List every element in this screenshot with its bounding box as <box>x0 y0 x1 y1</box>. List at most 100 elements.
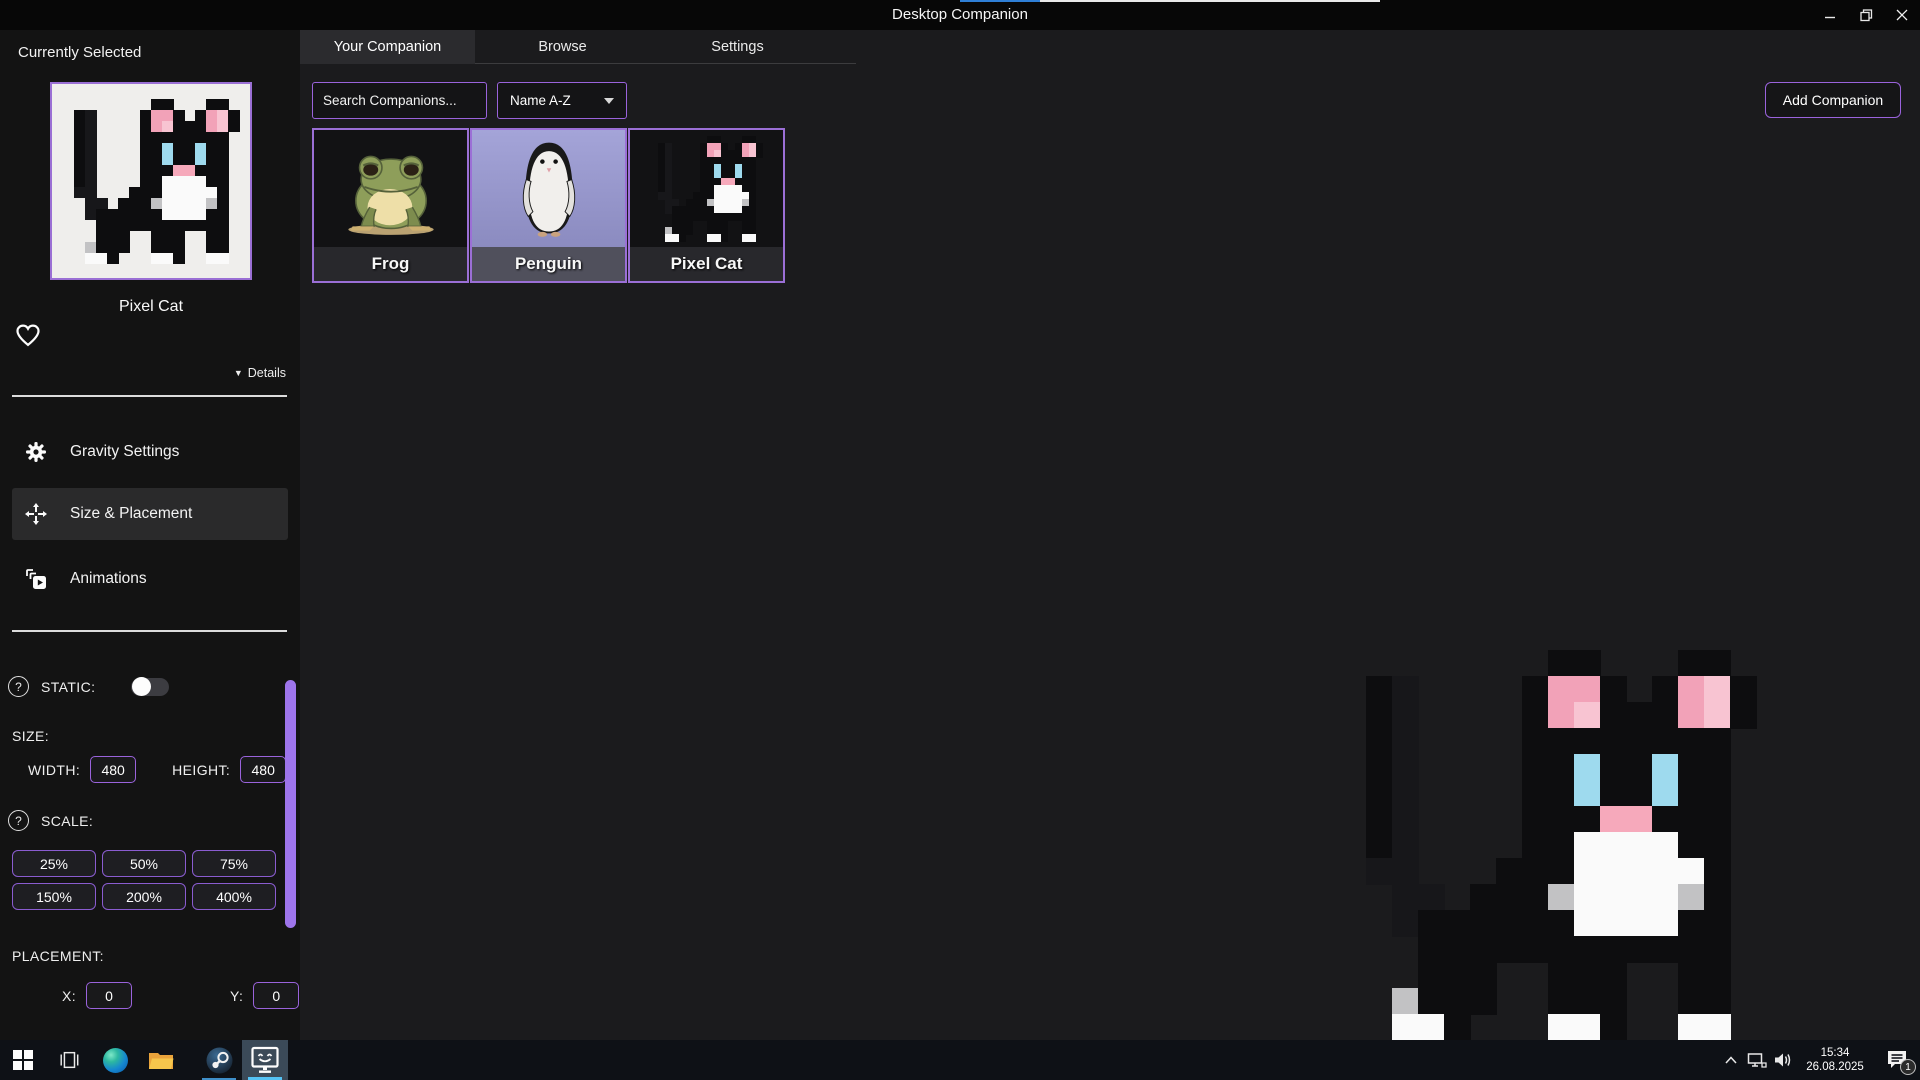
favorite-button[interactable] <box>14 322 42 348</box>
desktop-screen: Desktop Companion Currently Selected Pix… <box>0 0 1920 1080</box>
network-status-button[interactable] <box>1744 1040 1770 1080</box>
start-button[interactable] <box>0 1040 46 1080</box>
divider <box>12 395 287 397</box>
tab-strip: Your Companion Browse Settings <box>300 30 856 64</box>
static-toggle[interactable] <box>131 678 169 696</box>
animations-icon <box>24 567 48 591</box>
desktop-pet-cat[interactable] <box>1340 650 1756 1040</box>
height-label: HEIGHT: <box>172 762 230 778</box>
restore-button[interactable] <box>1848 0 1884 30</box>
steam-button[interactable] <box>196 1040 242 1080</box>
sidebar-scrollbar[interactable] <box>285 680 296 928</box>
clock-date: 26.08.2025 <box>1796 1060 1874 1074</box>
frog-illustration <box>337 141 445 237</box>
x-label: X: <box>62 988 76 1004</box>
height-input[interactable] <box>240 756 286 783</box>
help-icon[interactable]: ? <box>8 810 29 831</box>
scale-400-button[interactable]: 400% <box>192 883 276 910</box>
sort-value: Name A-Z <box>510 93 571 108</box>
companion-card-pixel-cat[interactable]: Pixel Cat <box>628 128 785 283</box>
scale-25-button[interactable]: 25% <box>12 850 96 877</box>
volume-button[interactable] <box>1770 1040 1796 1080</box>
scale-75-button[interactable]: 75% <box>192 850 276 877</box>
desktop-companion-app-button[interactable] <box>242 1040 288 1080</box>
desktop-companion-icon <box>250 1046 280 1074</box>
currently-selected-label: Currently Selected <box>18 44 141 61</box>
companion-card-penguin[interactable]: Penguin <box>470 128 627 283</box>
scale-label: SCALE: <box>41 813 93 829</box>
tab-settings[interactable]: Settings <box>650 30 825 64</box>
file-explorer-icon <box>148 1049 174 1071</box>
file-explorer-button[interactable] <box>138 1040 184 1080</box>
sidebar-item-gravity-settings[interactable]: Gravity Settings <box>12 426 288 478</box>
scale-150-button[interactable]: 150% <box>12 883 96 910</box>
scale-buttons-row-2: 150% 200% 400% <box>12 883 276 910</box>
taskbar-clock[interactable]: 15:34 26.08.2025 <box>1796 1046 1874 1074</box>
width-input[interactable] <box>90 756 136 783</box>
edge-browser-button[interactable] <box>92 1040 138 1080</box>
sidebar-item-label: Size & Placement <box>70 505 192 523</box>
chevron-down-icon <box>604 98 614 104</box>
search-input[interactable] <box>312 82 487 119</box>
notification-badge: 1 <box>1900 1059 1916 1075</box>
tray-chevron-up-button[interactable] <box>1718 1040 1744 1080</box>
network-icon <box>1747 1051 1767 1069</box>
steam-icon <box>206 1047 233 1074</box>
notification-center-button[interactable]: 1 <box>1874 1040 1920 1080</box>
title-bar: Desktop Companion <box>0 0 1920 30</box>
static-row: ? STATIC: <box>8 676 169 697</box>
details-label: Details <box>248 366 286 380</box>
penguin-illustration <box>511 137 587 241</box>
penguin-thumbnail <box>472 130 625 247</box>
scale-row: ? SCALE: <box>8 810 93 831</box>
gear-icon <box>24 440 48 464</box>
pixel-cat-card-art <box>651 136 763 241</box>
task-view-icon <box>58 1049 80 1071</box>
restore-icon <box>1860 9 1873 22</box>
heart-outline-icon <box>14 322 42 348</box>
taskbar: 15:34 26.08.2025 1 <box>0 1040 1920 1080</box>
y-input[interactable] <box>253 982 299 1009</box>
size-label: SIZE: <box>12 728 49 744</box>
sort-dropdown[interactable]: Name A-Z <box>497 82 627 119</box>
minimize-button[interactable] <box>1812 0 1848 30</box>
help-icon[interactable]: ? <box>8 676 29 697</box>
static-label: STATIC: <box>41 679 95 695</box>
sidebar-item-label: Gravity Settings <box>70 443 179 461</box>
companion-name: Penguin <box>472 247 625 281</box>
speaker-icon <box>1773 1051 1793 1069</box>
close-button[interactable] <box>1884 0 1920 30</box>
companion-card-frog[interactable]: Frog <box>312 128 469 283</box>
minimize-icon <box>1824 9 1836 21</box>
move-icon <box>24 502 48 526</box>
sidebar-item-size-placement[interactable]: Size & Placement <box>12 488 288 540</box>
details-expander[interactable]: ▼ Details <box>234 366 286 380</box>
windows-logo-icon <box>13 1050 33 1070</box>
placement-label: PLACEMENT: <box>12 948 104 964</box>
divider <box>12 630 287 632</box>
scale-200-button[interactable]: 200% <box>102 883 186 910</box>
scale-50-button[interactable]: 50% <box>102 850 186 877</box>
sidebar: Currently Selected Pixel Cat ▼ Details <box>0 30 300 1040</box>
toggle-knob <box>132 677 151 696</box>
clock-time: 15:34 <box>1796 1046 1874 1060</box>
width-label: WIDTH: <box>28 762 80 778</box>
help-glyph: ? <box>15 814 22 828</box>
details-caret-icon: ▼ <box>234 368 243 378</box>
x-input[interactable] <box>86 982 132 1009</box>
system-tray: 15:34 26.08.2025 1 <box>1718 1040 1920 1080</box>
selected-companion-name: Pixel Cat <box>50 298 252 316</box>
scale-buttons-row-1: 25% 50% 75% <box>12 850 276 877</box>
tab-browse[interactable]: Browse <box>475 30 650 64</box>
tab-your-companion[interactable]: Your Companion <box>300 30 475 64</box>
sidebar-item-animations[interactable]: Animations <box>12 553 288 605</box>
size-inputs-row: WIDTH: HEIGHT: <box>28 756 286 783</box>
y-label: Y: <box>230 988 243 1004</box>
pixel-cat-card-thumbnail <box>630 130 783 247</box>
sidebar-item-label: Animations <box>70 570 147 588</box>
selected-companion-thumbnail[interactable] <box>50 82 252 280</box>
frog-thumbnail <box>314 130 467 247</box>
add-companion-button[interactable]: Add Companion <box>1765 82 1901 118</box>
companion-name: Pixel Cat <box>630 247 783 281</box>
task-view-button[interactable] <box>46 1040 92 1080</box>
